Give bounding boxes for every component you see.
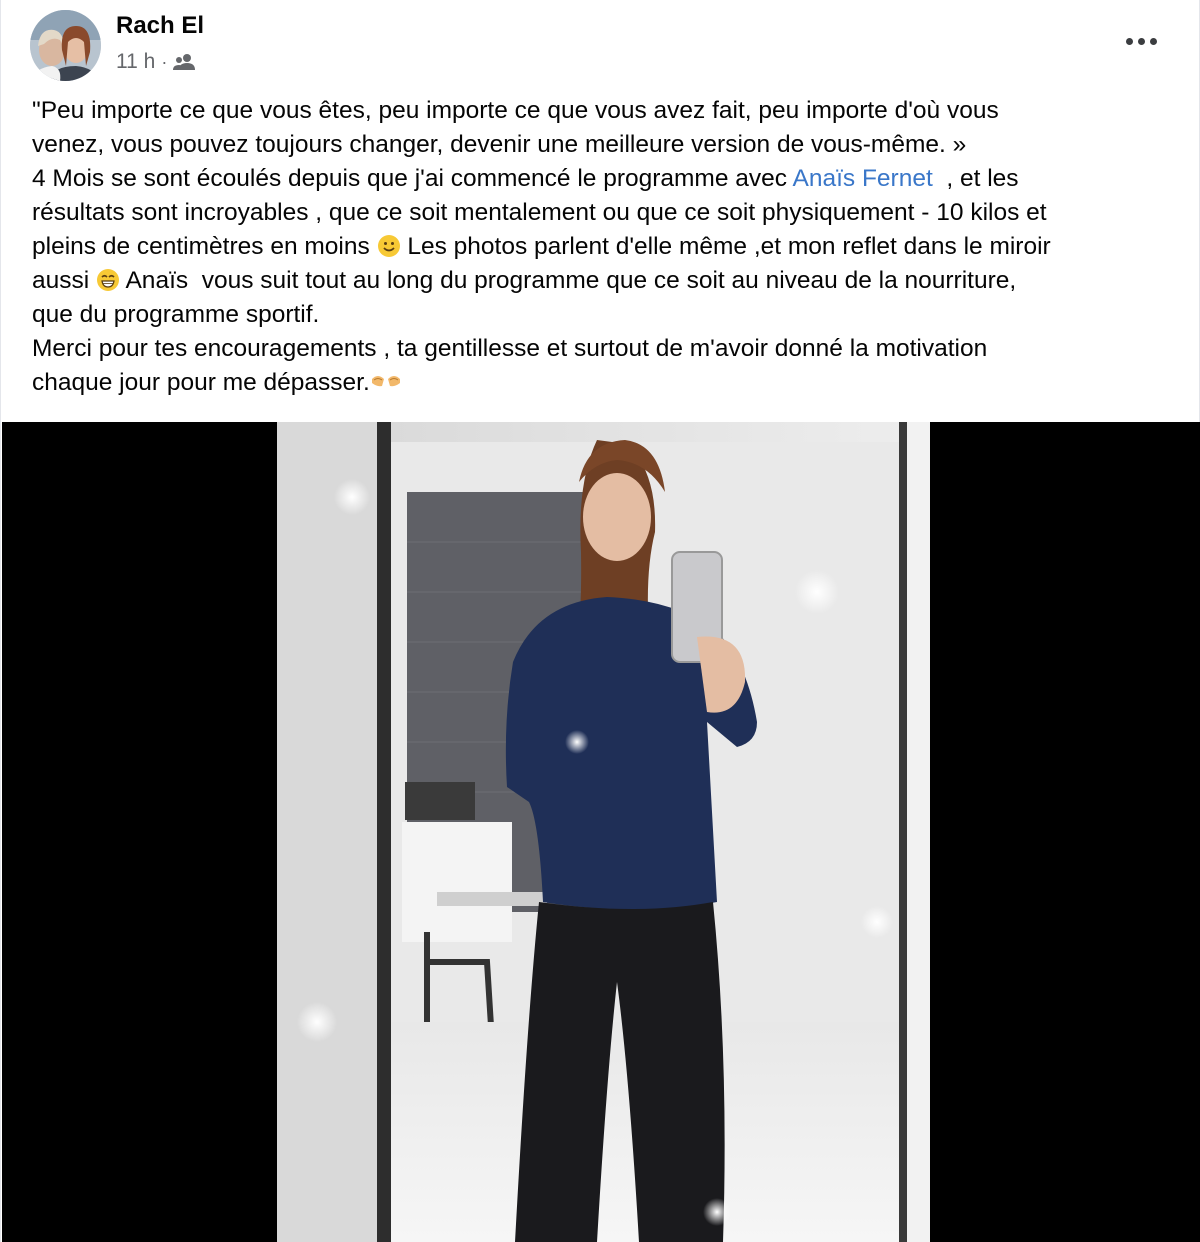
post-header: Rach El 11 h · bbox=[1, 0, 1200, 88]
slightly-smiling-face-emoji bbox=[377, 234, 401, 258]
message-text: aussi bbox=[32, 267, 97, 294]
post-meta: 11 h · bbox=[116, 50, 196, 74]
post-timestamp[interactable]: 11 h bbox=[116, 50, 155, 74]
mention-link[interactable]: Anaïs Fernet bbox=[792, 165, 932, 192]
message-line: "Peu importe ce que vous êtes, peu impor… bbox=[32, 97, 999, 124]
post-message: "Peu importe ce que vous êtes, peu impor… bbox=[32, 94, 1177, 400]
message-text: 4 Mois se sont écoulés depuis que j'ai c… bbox=[32, 165, 793, 192]
message-line: venez, vous pouvez toujours changer, dev… bbox=[32, 131, 967, 158]
message-text: pleins de centimètres en moins bbox=[32, 233, 377, 260]
author-avatar[interactable] bbox=[30, 10, 101, 81]
message-text: Anaïs vous suit tout au long du programm… bbox=[120, 267, 1017, 294]
message-line: chaque jour pour me dépasser. bbox=[32, 366, 1177, 400]
message-text: Les photos parlent d'elle même ,et mon r… bbox=[400, 233, 1051, 260]
friends-icon[interactable] bbox=[173, 53, 196, 71]
message-line: que du programme sportif. bbox=[32, 301, 320, 328]
more-dot bbox=[1137, 37, 1145, 45]
message-text: chaque jour pour me dépasser. bbox=[32, 369, 370, 396]
message-line: 4 Mois se sont écoulés depuis que j'ai c… bbox=[32, 162, 1177, 196]
message-text: , et les bbox=[932, 165, 1019, 192]
heart-hands-emoji bbox=[370, 370, 404, 394]
message-line: aussi Anaïs vous suit tout au long du pr… bbox=[32, 264, 1177, 298]
facebook-post: Rach El 11 h · "Peu importe ce que vous … bbox=[0, 0, 1200, 1242]
message-line: Merci pour tes encouragements , ta genti… bbox=[32, 335, 988, 362]
message-line: pleins de centimètres en moins Les photo… bbox=[32, 230, 1177, 264]
more-dot bbox=[1125, 37, 1133, 45]
meta-separator: · bbox=[161, 51, 168, 72]
message-line: résultats sont incroyables , que ce soit… bbox=[32, 199, 1047, 226]
author-name[interactable]: Rach El bbox=[116, 12, 204, 40]
mirror-selfie-image bbox=[277, 422, 930, 1242]
more-horizontal-icon[interactable] bbox=[1119, 24, 1163, 58]
more-dot bbox=[1149, 37, 1157, 45]
grinning-face-emoji bbox=[96, 268, 120, 292]
post-photo[interactable] bbox=[2, 422, 1200, 1242]
